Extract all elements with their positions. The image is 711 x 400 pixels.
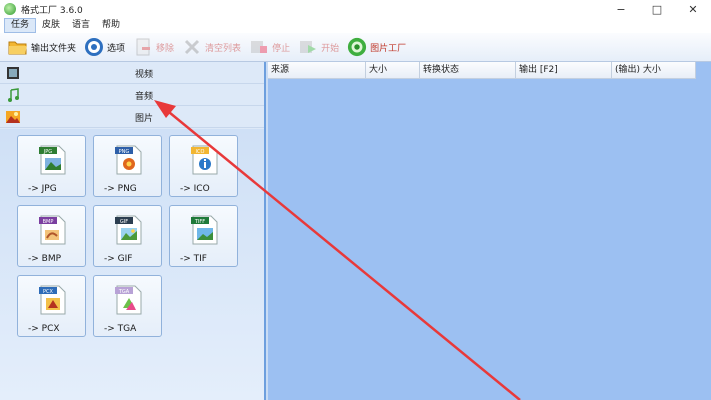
jpg-badge: JPG: [43, 149, 52, 155]
folder-icon: [8, 37, 28, 57]
format-tile-tga[interactable]: TGA -> TGA: [93, 275, 162, 337]
pcx-badge: PCX: [43, 289, 54, 295]
picture-icon: [6, 110, 20, 124]
gif-badge: GIF: [120, 219, 128, 225]
tiff-file-icon: TIFF: [191, 215, 218, 245]
column-output[interactable]: 输出 [F2]: [516, 62, 612, 79]
maximize-button[interactable]: □: [639, 0, 675, 18]
menu-help[interactable]: 帮助: [96, 18, 126, 33]
column-source[interactable]: 来源: [268, 62, 366, 79]
title-bar: 格式工厂 3.6.0 − □ ✕: [0, 0, 711, 18]
options-button[interactable]: 选项: [84, 35, 125, 59]
png-file-icon: PNG: [115, 145, 142, 175]
menu-bar: 任务 皮肤 语言 帮助: [0, 18, 711, 33]
divider: [0, 127, 264, 128]
app-logo-icon: [4, 3, 16, 15]
window-controls: − □ ✕: [603, 0, 711, 18]
format-tile-pcx[interactable]: PCX -> PCX: [17, 275, 86, 337]
gif-file-icon: GIF: [115, 215, 142, 245]
format-label-tif: -> TIF: [180, 254, 207, 264]
category-video[interactable]: 视频: [0, 62, 264, 84]
menu-language[interactable]: 语言: [66, 18, 96, 33]
image-format-grid: JPG -> JPG PNG -> PNG ICO -> ICO BMP -> …: [0, 129, 264, 400]
stop-icon: [249, 37, 269, 57]
image-factory-button[interactable]: 图片工厂: [347, 35, 406, 59]
format-label-ico: -> ICO: [180, 184, 210, 194]
format-tile-bmp[interactable]: BMP -> BMP: [17, 205, 86, 267]
column-size[interactable]: 大小: [366, 62, 420, 79]
category-label-image: 图片: [135, 114, 154, 124]
tga-badge: TGA: [118, 289, 130, 295]
gear-icon: [84, 37, 104, 57]
format-label-tga: -> TGA: [104, 324, 137, 334]
format-tile-jpg[interactable]: JPG -> JPG: [17, 135, 86, 197]
jpg-file-icon: JPG: [39, 145, 66, 175]
format-label-png: -> PNG: [104, 184, 137, 194]
start-icon: [298, 37, 318, 57]
remove-button[interactable]: 移除: [133, 35, 174, 59]
format-tile-ico[interactable]: ICO -> ICO: [169, 135, 238, 197]
png-badge: PNG: [119, 149, 130, 155]
task-list[interactable]: 来源 大小 转换状态 输出 [F2] (输出) 大小: [268, 62, 711, 400]
bmp-badge: BMP: [43, 219, 54, 225]
clear-list-icon: [182, 37, 202, 57]
category-image[interactable]: 图片: [0, 106, 264, 128]
start-button[interactable]: 开始: [298, 35, 339, 59]
format-label-pcx: -> PCX: [28, 324, 60, 334]
category-panel: 视频 音频 图片 JPG -> JPG PNG -> PNG ICO -> IC…: [0, 62, 266, 400]
column-status[interactable]: 转换状态: [420, 62, 516, 79]
tif-badge: TIFF: [194, 219, 205, 225]
pcx-file-icon: PCX: [39, 285, 66, 315]
category-audio[interactable]: 音频: [0, 84, 264, 106]
ico-file-icon: ICO: [191, 145, 218, 175]
film-icon: [6, 66, 20, 80]
format-label-bmp: -> BMP: [28, 254, 62, 264]
category-label-audio: 音频: [135, 92, 154, 102]
ico-badge: ICO: [196, 149, 205, 155]
music-note-icon: [6, 88, 20, 102]
format-label-gif: -> GIF: [104, 254, 133, 264]
format-tile-tif[interactable]: TIFF -> TIF: [169, 205, 238, 267]
column-output-size[interactable]: (输出) 大小: [612, 62, 696, 79]
menu-task[interactable]: 任务: [4, 18, 37, 33]
minimize-button[interactable]: −: [603, 0, 639, 18]
format-tile-png[interactable]: PNG -> PNG: [93, 135, 162, 197]
format-tile-gif[interactable]: GIF -> GIF: [93, 205, 162, 267]
window-title: 格式工厂 3.6.0: [21, 5, 83, 16]
category-label-video: 视频: [135, 70, 154, 80]
format-label-jpg: -> JPG: [28, 184, 57, 194]
output-folder-button[interactable]: 输出文件夹: [8, 35, 76, 59]
toolbar: 输出文件夹 选项 移除 清空列表 停止 开始 图片工厂: [0, 33, 711, 62]
bmp-file-icon: BMP: [39, 215, 66, 245]
clear-list-button[interactable]: 清空列表: [182, 35, 241, 59]
tga-file-icon: TGA: [115, 285, 142, 315]
menu-skin[interactable]: 皮肤: [36, 18, 66, 33]
picture-factory-icon: [347, 37, 367, 57]
stop-button[interactable]: 停止: [249, 35, 290, 59]
delete-icon: [133, 37, 153, 57]
close-button[interactable]: ✕: [675, 0, 711, 18]
